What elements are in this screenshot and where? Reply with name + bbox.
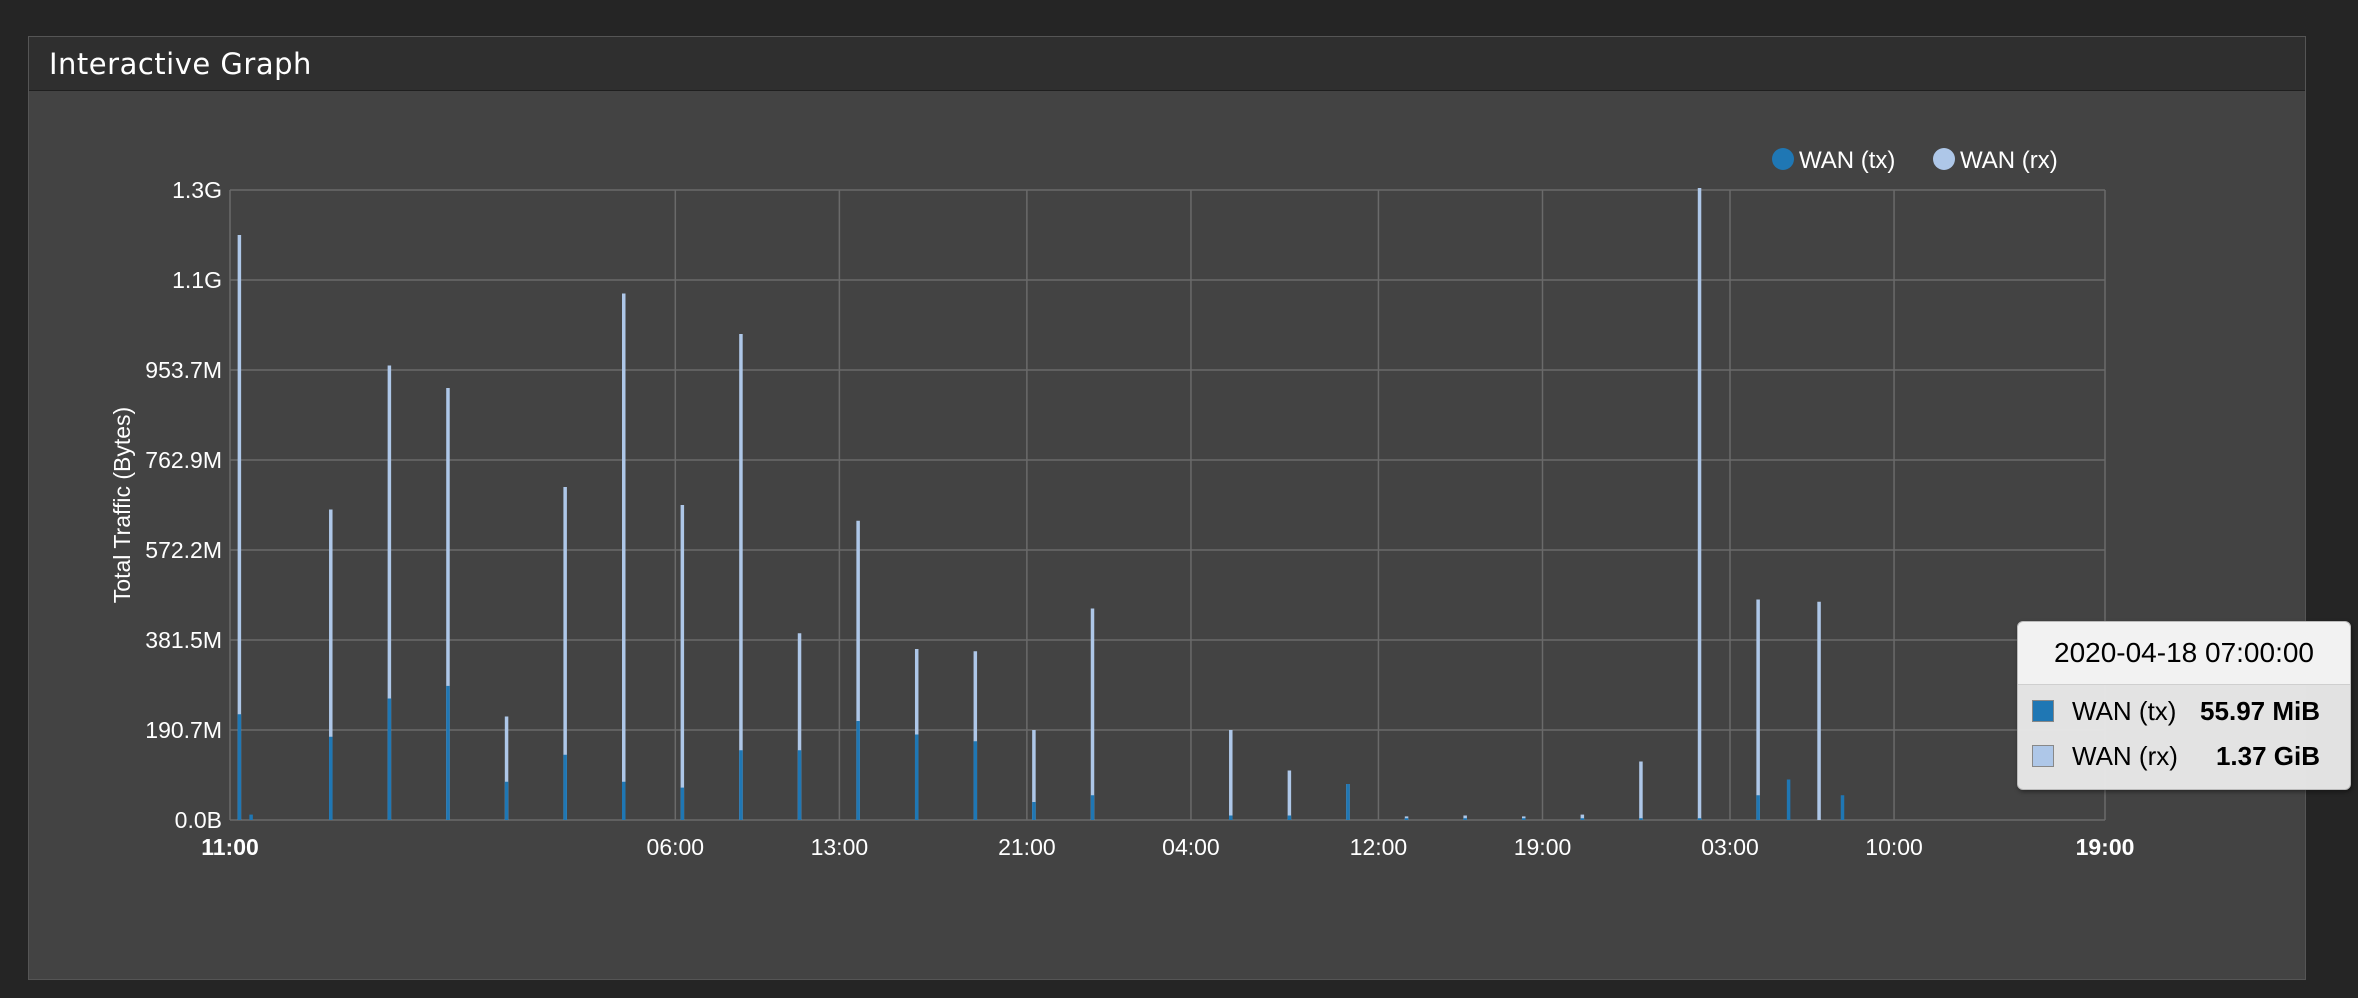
bar-wan-tx[interactable] [1346, 784, 1350, 820]
bar-wan-tx[interactable] [739, 750, 743, 820]
legend-item-tx[interactable]: WAN (tx) [1772, 147, 1895, 174]
bar-wan-rx[interactable] [1697, 188, 1702, 820]
bar-wan-tx[interactable] [973, 741, 978, 820]
bar-wan-tx[interactable] [914, 734, 919, 821]
bar-wan-tx[interactable] [237, 714, 242, 820]
bar-wan-tx[interactable] [1090, 795, 1095, 820]
tooltip-value-rx: 1.37 GiB [2215, 740, 2320, 771]
y-tick-label: 572.2M [145, 537, 222, 563]
bar-wan-rx[interactable] [1229, 730, 1233, 820]
y-tick-label: 0.0B [175, 807, 222, 833]
tooltip-swatch-tx [2032, 700, 2054, 722]
bar-wan-tx[interactable] [622, 781, 626, 820]
x-tick-label: 10:00 [1865, 834, 1923, 860]
bar-wan-tx[interactable] [1463, 818, 1467, 820]
bar-wan-tx[interactable] [680, 787, 685, 820]
legend-swatch-tx [1772, 148, 1794, 170]
x-tick-label: 06:00 [647, 834, 705, 860]
traffic-chart[interactable]: 0.0B 190.7M 381.5M 572.2M 762.9M 953.7M 1.1G 1.… [0, 0, 2358, 998]
bar-wan-rx[interactable] [739, 334, 743, 820]
bar-wan-tx[interactable] [1639, 818, 1643, 820]
bar-wan-tx[interactable] [446, 685, 450, 820]
x-tick-label: 21:00 [998, 834, 1056, 860]
bar-wan-tx[interactable] [504, 781, 509, 820]
tooltip-value-tx: 55.97 MiB [2200, 695, 2320, 726]
x-tick-label: 03:00 [1701, 834, 1759, 860]
bar-wan-tx[interactable] [249, 814, 253, 820]
y-tick-label: 1.1G [172, 267, 222, 293]
legend-swatch-rx [1933, 148, 1955, 170]
x-tick-label: 12:00 [1350, 834, 1408, 860]
tooltip-label-tx: WAN (tx) [2072, 695, 2177, 726]
legend-label-rx: WAN (rx) [1960, 147, 2058, 174]
tooltip-swatch-rx [2032, 745, 2054, 767]
bar-wan-tx[interactable] [1756, 795, 1760, 820]
hover-tooltip: 2020-04-18 07:00:00 WAN (tx) 55.97 MiB W… [2017, 621, 2351, 790]
y-tick-label: 953.7M [145, 357, 222, 383]
bar-wan-tx[interactable] [797, 750, 802, 820]
tooltip-row-tx: WAN (tx) 55.97 MiB [2032, 696, 2320, 726]
chart-grid [229, 189, 2106, 821]
tooltip-timestamp: 2020-04-18 07:00:00 [2018, 622, 2350, 685]
bar-wan-tx[interactable] [387, 698, 392, 821]
bar-wan-rx[interactable] [1287, 770, 1292, 821]
bar-wan-tx[interactable] [563, 754, 567, 820]
y-axis-label: Total Traffic (Bytes) [109, 407, 135, 603]
legend-label-tx: WAN (tx) [1799, 147, 1895, 174]
y-tick-label: 190.7M [145, 717, 222, 743]
bar-wan-tx[interactable] [1404, 818, 1409, 820]
x-tick-label: 04:00 [1162, 834, 1220, 860]
bar-wan-tx[interactable] [856, 721, 860, 820]
y-tick-label: 1.3G [172, 177, 222, 203]
x-tick-label: 19:00 [2076, 834, 2135, 860]
bar-wan-tx[interactable] [1580, 818, 1585, 820]
y-tick-label: 381.5M [145, 627, 222, 653]
bar-wan-rx[interactable] [1817, 601, 1821, 820]
tooltip-label-rx: WAN (rx) [2072, 740, 2178, 771]
bar-wan-tx[interactable] [1697, 818, 1702, 820]
bar-wan-tx[interactable] [1229, 815, 1233, 821]
bar-wan-tx[interactable] [1287, 815, 1292, 821]
tooltip-row-rx: WAN (rx) 1.37 GiB [2032, 741, 2320, 771]
bar-wan-rx[interactable] [622, 293, 626, 821]
bar-wan-tx[interactable] [1786, 779, 1791, 821]
bar-wan-tx[interactable] [1522, 818, 1526, 820]
chart-legend[interactable]: WAN (tx) WAN (rx) [1772, 147, 2058, 174]
bar-wan-rx[interactable] [680, 505, 685, 820]
x-tick-label: 19:00 [1514, 834, 1572, 860]
x-tick-label: 11:00 [201, 834, 259, 860]
legend-item-rx[interactable]: WAN (rx) [1933, 147, 2058, 174]
bar-wan-rx[interactable] [1639, 761, 1643, 821]
bar-wan-tx[interactable] [329, 736, 333, 820]
bar-wan-tx[interactable] [1840, 795, 1845, 820]
bar-wan-rx[interactable] [1090, 608, 1095, 821]
chart-bars [237, 188, 1845, 821]
bar-wan-rx[interactable] [1756, 599, 1760, 821]
y-tick-label: 762.9M [145, 447, 222, 473]
bar-wan-tx[interactable] [1032, 802, 1036, 820]
x-tick-label: 13:00 [811, 834, 869, 860]
